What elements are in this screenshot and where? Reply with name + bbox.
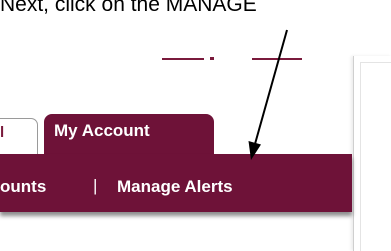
header-accent-strip	[162, 58, 204, 60]
header-accent-strip	[252, 58, 302, 60]
content-panel-inner	[360, 62, 391, 251]
instruction-text: Next, click on the MANAGE	[0, 0, 257, 16]
tab-my-account-label: My Account	[54, 121, 150, 140]
header-accent-strip	[210, 57, 214, 60]
screenshot-stage: Next, click on the MANAGE l My Account o…	[0, 0, 391, 251]
content-panel	[353, 56, 391, 251]
tab-previous-label: l	[0, 124, 5, 141]
menu-item-manage-alerts[interactable]: Manage Alerts	[117, 177, 233, 197]
menu-separator: |	[93, 176, 98, 195]
menu-item-accounts[interactable]: ounts	[0, 177, 70, 197]
